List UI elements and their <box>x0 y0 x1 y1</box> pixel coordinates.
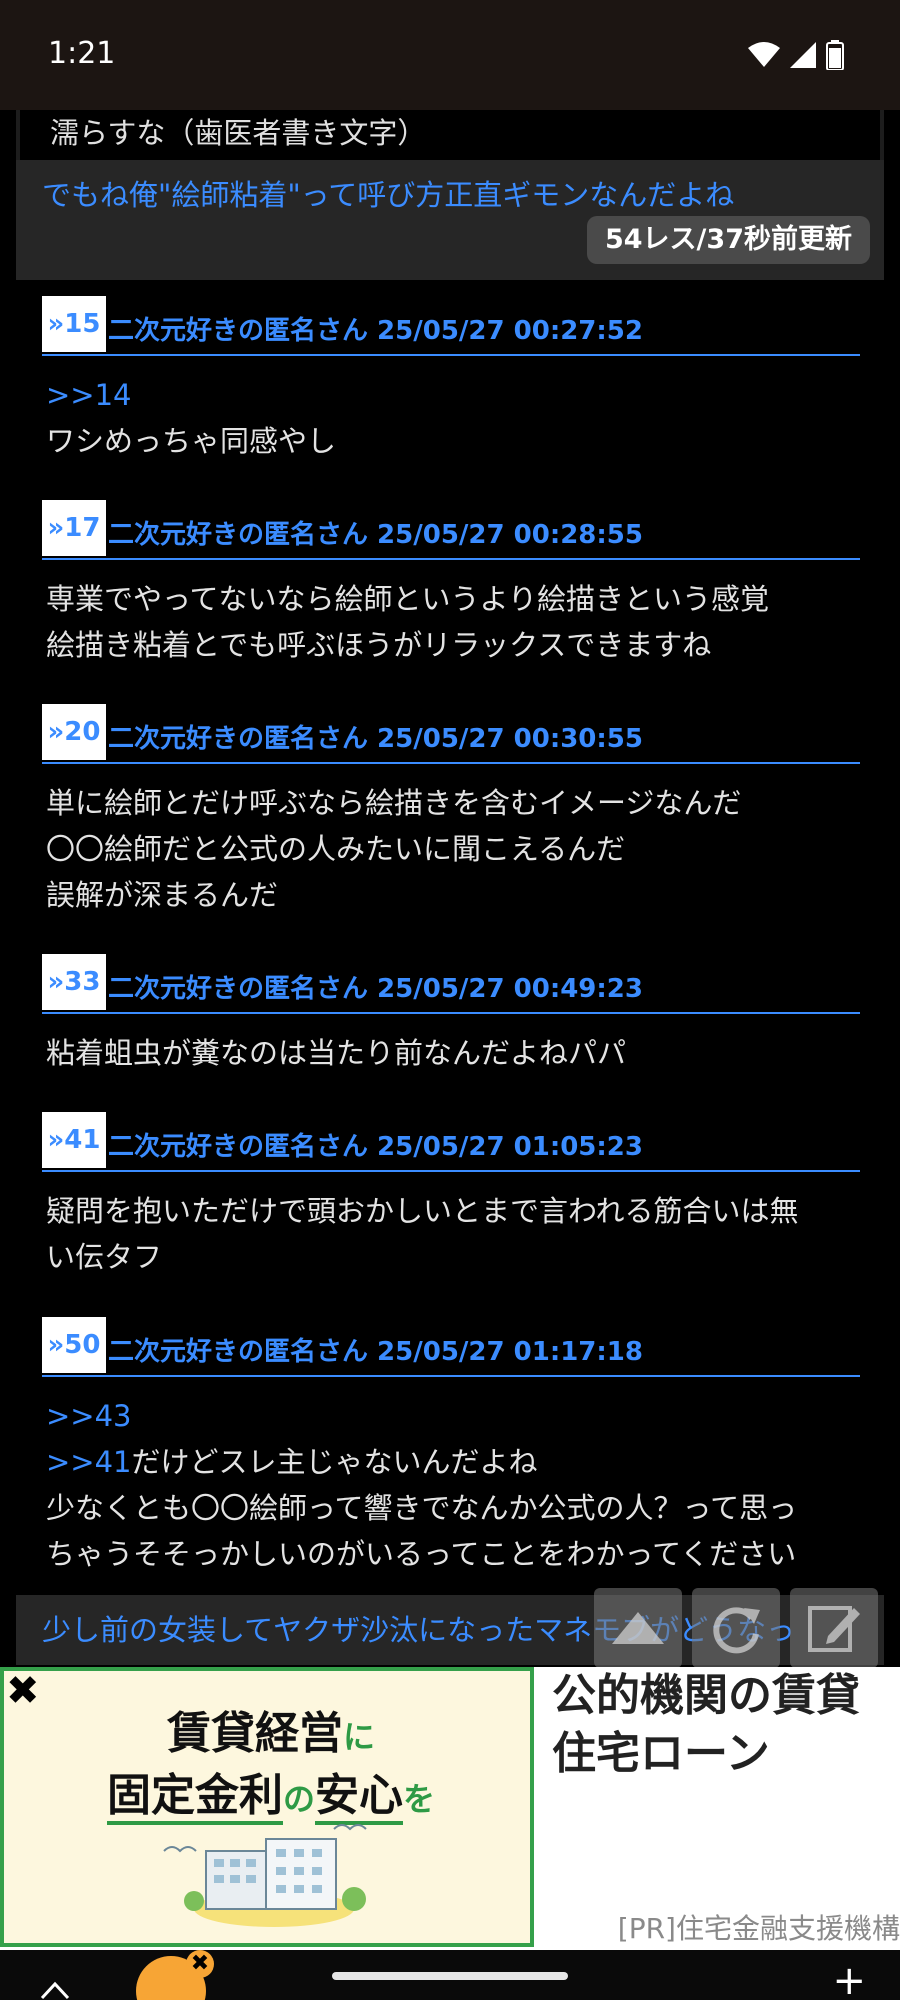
home-icon[interactable] <box>40 1976 70 2000</box>
navigation-bar: ✖ + <box>0 1950 900 2000</box>
post-text: い伝タフ <box>46 1240 163 1274</box>
refresh-button[interactable] <box>692 1588 780 1668</box>
ad-close-icon[interactable]: ✖ <box>6 1671 40 1711</box>
post-body: >>43 >>41だけどスレ主じゃないんだよね 少なくとも〇〇絵師って響きでなん… <box>42 1377 860 1577</box>
compose-button[interactable] <box>790 1588 878 1668</box>
previous-post-text: 濡らすな（歯医者書き文字） <box>50 116 427 150</box>
scroll-up-icon <box>612 1612 664 1644</box>
reply-arrow-icon: » <box>47 967 65 997</box>
next-thread-title[interactable]: 少し前の女装してヤクザ沙汰になったマネモブがどうなっ <box>42 1607 795 1649</box>
status-bar: 1:21 <box>0 0 900 110</box>
post-text: 〇〇絵師だと公式の人みたいに聞こえるんだ <box>46 832 626 866</box>
post-text: 疑問を抱いただけで頭おかしいとまで言われる筋合いは無 <box>46 1194 799 1228</box>
reply-arrow-icon: » <box>47 1330 65 1360</box>
reply-arrow-icon: » <box>47 717 65 747</box>
post-text: 専業でやってないなら絵師というより絵描きという感覚 <box>46 582 769 616</box>
gesture-handle[interactable] <box>332 1972 568 1980</box>
related-thread-title[interactable]: でもね俺"絵師粘着"って呼び方正直ギモンなんだよね <box>42 172 734 214</box>
reply-arrow-icon: » <box>47 1125 65 1155</box>
status-time: 1:21 <box>48 36 116 71</box>
plus-icon[interactable]: + <box>832 1958 866 2000</box>
post-body: 専業でやってないなら絵師というより絵描きという感覚 絵描き粘着とでも呼ぶほうがリ… <box>42 560 860 668</box>
scroll-up-button[interactable] <box>594 1588 682 1668</box>
post-15: » 15 二次元好きの匿名さん 25/05/27 00:27:52 >>14 ワシ… <box>42 296 860 464</box>
post-17: » 17 二次元好きの匿名さん 25/05/27 00:28:55 専業でやってな… <box>42 500 860 668</box>
post-text: 誤解が深まるんだ <box>46 878 279 912</box>
post-body: 粘着蛆虫が糞なのは当たり前なんだよねパパ <box>42 1014 860 1076</box>
thread-content[interactable]: 濡らすな（歯医者書き文字） でもね俺"絵師粘着"って呼び方正直ギモンなんだよね … <box>16 110 884 1665</box>
post-text: だけどスレ主じゃないんだよね <box>131 1445 538 1479</box>
ad-banner-line2: 固定金利の安心を <box>4 1759 538 1825</box>
ad-banner[interactable]: 賃貸経営に 固定金利の安心を <box>0 1667 534 1947</box>
post-author-date: 二次元好きの匿名さん 25/05/27 00:30:55 <box>108 724 643 754</box>
post-author-date: 二次元好きの匿名さん 25/05/27 00:27:52 <box>108 316 643 346</box>
post-text: 少なくとも〇〇絵師って響きでなんか公式の人？って思っ <box>46 1491 798 1525</box>
thread-meta-badge: 54レス/37秒前更新 <box>586 216 870 264</box>
post-text: ワシめっちゃ同感やし <box>46 424 337 458</box>
post-header: » 20 二次元好きの匿名さん 25/05/27 00:30:55 <box>42 704 860 764</box>
post-author-date: 二次元好きの匿名さん 25/05/27 01:17:18 <box>108 1337 643 1367</box>
advertisement[interactable]: 賃貸経営に 固定金利の安心を ✖ 公的機関の賃貸住宅ローン [PR]住宅金融支援… <box>0 1667 900 1950</box>
post-header: » 17 二次元好きの匿名さん 25/05/27 00:28:55 <box>42 500 860 560</box>
badge-close-icon[interactable]: ✖ <box>186 1950 214 1978</box>
post-number-button[interactable]: » 41 <box>42 1112 106 1168</box>
post-text: 単に絵師とだけ呼ぶなら絵描きを含むイメージなんだ <box>46 786 742 820</box>
related-thread-card[interactable]: でもね俺"絵師粘着"って呼び方正直ギモンなんだよね 54レス/37秒前更新 <box>16 160 884 280</box>
ad-title[interactable]: 公的機関の賃貸住宅ローン <box>552 1667 892 1783</box>
reply-arrow-icon: » <box>47 309 65 339</box>
reply-anchor-link[interactable]: >>14 <box>46 372 856 418</box>
post-header: » 50 二次元好きの匿名さん 25/05/27 01:17:18 <box>42 1317 860 1377</box>
post-number-button[interactable]: » 50 <box>42 1317 106 1373</box>
post-33: » 33 二次元好きの匿名さん 25/05/27 00:49:23 粘着蛆虫が糞な… <box>42 954 860 1076</box>
post-number-button[interactable]: » 33 <box>42 954 106 1010</box>
reply-arrow-icon: » <box>47 513 65 543</box>
post-header: » 33 二次元好きの匿名さん 25/05/27 00:49:23 <box>42 954 860 1014</box>
wifi-icon <box>748 42 780 67</box>
post-20: » 20 二次元好きの匿名さん 25/05/27 00:30:55 単に絵師とだけ… <box>42 704 860 918</box>
post-author-date: 二次元好きの匿名さん 25/05/27 01:05:23 <box>108 1132 643 1162</box>
refresh-icon <box>713 1607 760 1654</box>
previous-post-tail: 濡らすな（歯医者書き文字） <box>16 110 884 160</box>
post-body: 単に絵師とだけ呼ぶなら絵描きを含むイメージなんだ 〇〇絵師だと公式の人みたいに聞… <box>42 764 860 918</box>
post-50: » 50 二次元好きの匿名さん 25/05/27 01:17:18 >>43 >>… <box>42 1317 860 1577</box>
ad-source: [PR]住宅金融支援機構 <box>617 1912 900 1945</box>
post-number-button[interactable]: » 20 <box>42 704 106 760</box>
post-text: 粘着蛆虫が糞なのは当たり前なんだよねパパ <box>46 1036 627 1070</box>
post-author-date: 二次元好きの匿名さん 25/05/27 00:28:55 <box>108 520 643 550</box>
post-text: ちゃうそそっかしいのがいるってことをわかってください <box>46 1537 797 1571</box>
status-icons <box>748 40 844 70</box>
post-41: » 41 二次元好きの匿名さん 25/05/27 01:05:23 疑問を抱いただ… <box>42 1112 860 1280</box>
compose-icon <box>808 1606 860 1652</box>
post-author-date: 二次元好きの匿名さん 25/05/27 00:49:23 <box>108 974 643 1004</box>
ad-banner-line1: 賃貸経営に <box>166 1708 375 1759</box>
apartment-illustration <box>163 1824 367 1927</box>
post-text: 絵描き粘着とでも呼ぶほうがリラックスできますね <box>46 628 712 662</box>
post-body: >>14 ワシめっちゃ同感やし <box>42 356 860 464</box>
post-number-button[interactable]: » 15 <box>42 296 106 352</box>
post-header: » 41 二次元好きの匿名さん 25/05/27 01:05:23 <box>42 1112 860 1172</box>
post-body: 疑問を抱いただけで頭おかしいとまで言われる筋合いは無 い伝タフ <box>42 1172 860 1280</box>
signal-icon <box>790 42 816 68</box>
battery-icon <box>826 40 844 70</box>
post-number-button[interactable]: » 17 <box>42 500 106 556</box>
post-header: » 15 二次元好きの匿名さん 25/05/27 00:27:52 <box>42 296 860 356</box>
reply-anchor-link[interactable]: >>43 <box>46 1393 856 1439</box>
reply-anchor-link[interactable]: >>41 <box>46 1445 132 1479</box>
